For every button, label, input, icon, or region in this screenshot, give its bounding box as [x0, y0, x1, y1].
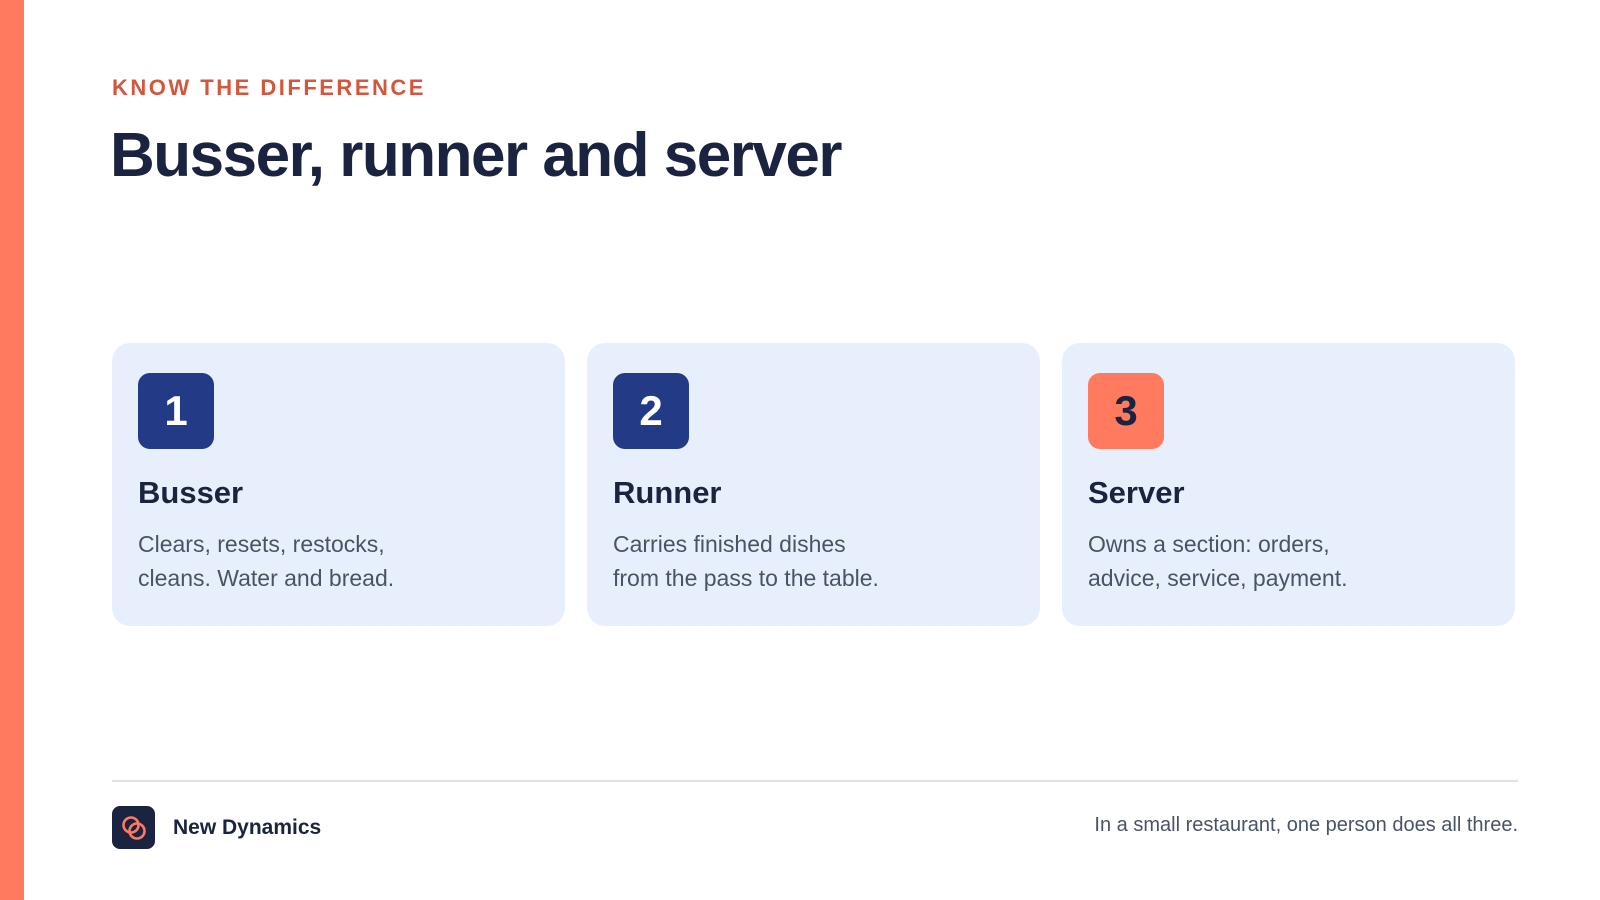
card-description: Owns a section: orders, advice, service,…: [1088, 531, 1348, 591]
number-badge: 1: [138, 373, 214, 449]
card-description: Clears, resets, restocks, cleans. Water …: [138, 531, 395, 591]
footer-brand: New Dynamics: [112, 806, 321, 849]
role-card-server: 3 Server Owns a section: orders, advice,…: [1062, 343, 1515, 626]
number-badge: 3: [1088, 373, 1164, 449]
slide: KNOW THE DIFFERENCE Busser, runner and s…: [0, 0, 1600, 900]
role-card-busser: 1 Busser Clears, resets, restocks, clean…: [112, 343, 565, 626]
page-title: Busser, runner and server: [110, 121, 842, 190]
accent-bar: [0, 0, 24, 900]
role-cards: 1 Busser Clears, resets, restocks, clean…: [112, 343, 1515, 626]
eyebrow-label: KNOW THE DIFFERENCE: [112, 75, 426, 100]
footer-note: In a small restaurant, one person does a…: [1094, 814, 1518, 836]
card-title: Server: [1088, 475, 1185, 510]
card-description: Carries finished dishes from the pass to…: [613, 531, 879, 591]
role-card-runner: 2 Runner Carries finished dishes from th…: [587, 343, 1040, 626]
brand-name: New Dynamics: [173, 815, 322, 839]
card-title: Busser: [138, 475, 244, 510]
interlinked-rings-icon: [112, 806, 155, 849]
footer-divider: [112, 780, 1518, 782]
number-badge: 2: [613, 373, 689, 449]
card-title: Runner: [613, 475, 722, 510]
